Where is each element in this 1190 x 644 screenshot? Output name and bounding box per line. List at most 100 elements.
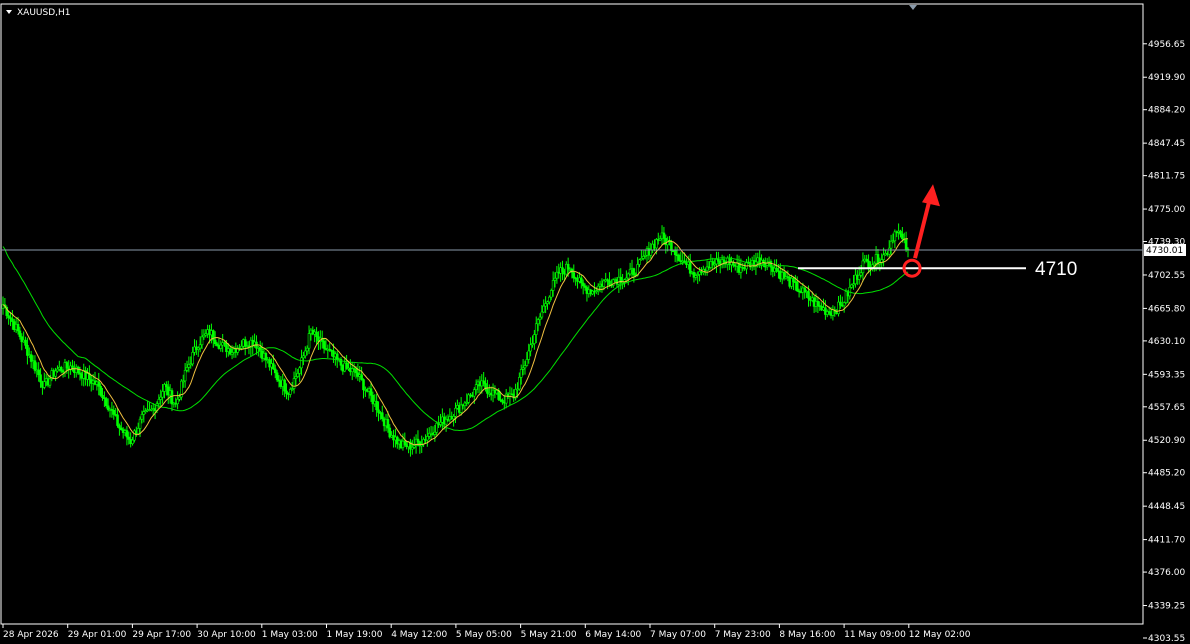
candle-body <box>889 240 893 249</box>
time-tick-label: 28 Apr 2026 <box>3 630 59 640</box>
candle-body <box>116 414 119 426</box>
candle-body <box>315 331 318 338</box>
candle-body <box>572 272 576 279</box>
candle-body <box>548 296 551 303</box>
candle-body <box>273 368 277 374</box>
candle-body <box>542 305 546 313</box>
candle-body <box>566 263 570 270</box>
candle-body <box>360 374 363 380</box>
candle-body <box>140 414 144 420</box>
candle-body <box>722 259 726 263</box>
candle-body <box>602 280 606 287</box>
candle-body <box>362 379 365 391</box>
time-tick-label: 7 May 23:00 <box>715 630 771 640</box>
time-tick-label: 11 May 09:00 <box>844 630 906 640</box>
candle-body <box>887 247 891 255</box>
candle-body <box>159 396 163 400</box>
candle-body <box>561 267 564 272</box>
candle-body <box>106 405 110 410</box>
time-tick-label: 30 Apr 10:00 <box>197 630 256 640</box>
candle-body <box>213 339 217 345</box>
price-tick-label: 4775.00 <box>1148 205 1185 215</box>
candle-body <box>185 367 189 371</box>
candle-body <box>97 381 101 387</box>
candle-body <box>131 439 134 444</box>
candle-body <box>579 277 583 284</box>
price-axis[interactable]: 4956.65 4919.90 4884.20 4847.45 4811.75 4775.… <box>1143 40 1185 644</box>
candle-body <box>294 376 298 379</box>
candle-body <box>850 284 853 288</box>
price-tick-label: 4557.65 <box>1148 403 1185 413</box>
candle-body <box>18 330 22 337</box>
price-tick-label: 4630.10 <box>1148 337 1185 347</box>
candle-body <box>16 324 20 332</box>
candle-body <box>37 369 40 375</box>
candle-body <box>472 389 476 397</box>
level-annotation: 4710 <box>798 184 1077 280</box>
candles <box>1 223 910 457</box>
level-label: 4710 <box>1035 259 1077 280</box>
candle-body <box>452 416 455 420</box>
candle-body <box>861 260 865 274</box>
candle-body <box>288 389 292 395</box>
candle-body <box>904 238 908 250</box>
candle-body <box>369 388 373 396</box>
candle-body <box>899 230 902 235</box>
time-tick-label: 1 May 03:00 <box>262 630 318 640</box>
candle-body <box>482 380 485 384</box>
price-tick-label: 4956.65 <box>1148 40 1185 50</box>
candle-body <box>775 267 778 271</box>
dropdown-triangle-icon[interactable] <box>6 10 12 14</box>
time-tick-label: 8 May 16:00 <box>779 630 835 640</box>
candle-body <box>300 357 303 369</box>
candle-body <box>354 368 358 374</box>
chart-shift-marker-icon[interactable] <box>909 5 917 10</box>
candle-body <box>549 290 553 298</box>
candle-body <box>48 378 52 386</box>
plot-area[interactable] <box>0 3 1144 625</box>
time-axis[interactable]: 28 Apr 2026 29 Apr 01:00 29 Apr 17:00 30 Ap… <box>2 624 971 640</box>
candle-body <box>165 384 168 388</box>
price-tick-label: 4665.80 <box>1148 304 1185 314</box>
candle-body <box>11 318 14 322</box>
candle-body <box>403 440 407 445</box>
candle-body <box>219 344 223 349</box>
candle-body <box>54 370 57 377</box>
candle-body <box>136 428 140 435</box>
candle-body <box>283 379 286 392</box>
candle-body <box>176 398 179 405</box>
candle-body <box>375 400 378 411</box>
time-tick-label: 4 May 12:00 <box>391 630 447 640</box>
price-chart[interactable]: 4956.65 4919.90 4884.20 4847.45 4811.75 4775.… <box>0 0 1190 644</box>
candle-body <box>386 419 390 429</box>
candle-body <box>157 399 161 404</box>
candle-body <box>859 272 863 276</box>
candle-body <box>322 341 326 349</box>
price-tick-label: 4485.20 <box>1148 469 1185 479</box>
candle-body <box>769 261 773 268</box>
price-tick-label: 4376.00 <box>1148 568 1185 578</box>
candle-body <box>638 259 641 265</box>
symbol-header[interactable]: XAUUSD,H1 <box>6 8 71 18</box>
candle-body <box>65 362 69 369</box>
candle-body <box>292 378 296 389</box>
price-tick-label: 4303.55 <box>1148 634 1185 644</box>
current-price-tag: 4730.01 <box>1144 243 1186 256</box>
time-tick-label: 12 May 02:00 <box>909 630 971 640</box>
candle-body <box>581 282 585 287</box>
candle-body <box>670 241 673 252</box>
candle-body <box>307 333 311 349</box>
candle-body <box>296 373 300 377</box>
candle-body <box>272 363 275 370</box>
candle-body <box>127 436 131 440</box>
candle-body <box>533 334 536 344</box>
candle-body <box>523 365 527 369</box>
up-arrow-head <box>922 184 940 207</box>
candle-body <box>527 350 531 360</box>
time-tick-label: 29 Apr 01:00 <box>68 630 127 640</box>
time-tick-label: 29 Apr 17:00 <box>132 630 191 640</box>
candle-body <box>43 381 46 388</box>
price-tick-label: 4593.35 <box>1148 370 1185 380</box>
candle-body <box>662 232 666 239</box>
candle-body <box>433 431 437 435</box>
